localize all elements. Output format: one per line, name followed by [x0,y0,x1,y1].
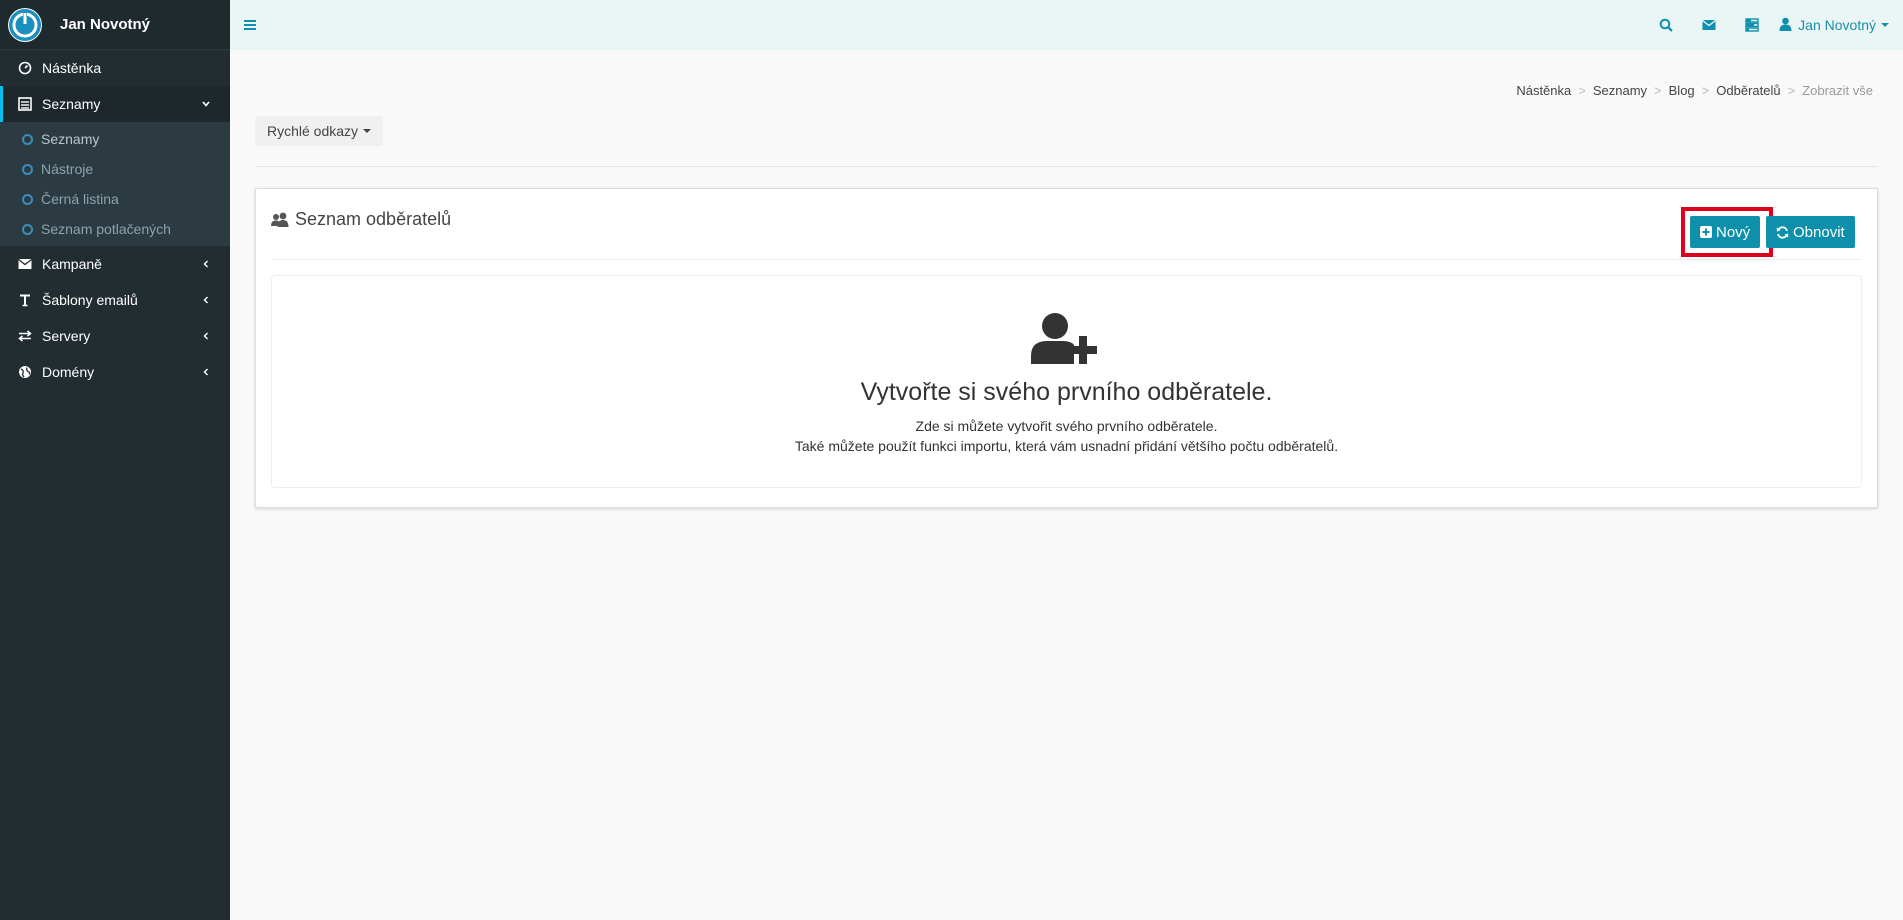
refresh-button-label: Obnovit [1793,223,1845,241]
empty-state-text: Zde si můžete vytvořit svého prvního odb… [915,418,1218,434]
breadcrumb-separator: > [1578,83,1586,98]
panel-title-text: Seznam odběratelů [295,209,452,229]
breadcrumb-item[interactable]: Odběratelů [1716,83,1780,98]
exchange-icon [18,329,32,343]
quick-links-dropdown[interactable]: Rychlé odkazy [255,116,384,146]
refresh-icon [1776,225,1789,239]
submenu-item-label: Černá listina [41,191,119,207]
breadcrumb-item[interactable]: Seznamy [1593,83,1647,98]
sidebar-item-label: Šablony emailů [42,292,138,308]
submenu-item-label: Seznamy [41,131,100,147]
sidebar-item-dashboard[interactable]: Nástěnka [0,50,230,86]
sidebar-menu: Nástěnka Seznamy Seznamy Nástroje Černá [0,50,230,390]
breadcrumb: Nástěnka > Seznamy > Blog > Odběratelů >… [1516,83,1873,98]
highlight-box [1681,207,1773,257]
sidebar-item-label: Servery [42,328,91,344]
list-icon [18,97,32,111]
sidebar-item-domains[interactable]: Domény [0,354,230,390]
panel-title: Seznam odběratelů [271,209,451,230]
empty-state-text: Také můžete použít funkci importu, která… [794,438,1339,454]
submenu-item-suppressed[interactable]: Seznam potlačených [0,214,230,244]
chevron-left-icon [200,329,212,341]
dashboard-icon [18,61,32,75]
breadcrumb-separator: > [1787,83,1796,98]
user-menu[interactable]: Jan Novotný [1779,17,1889,34]
submenu-lists: Seznamy Nástroje Černá listina Seznam po… [0,122,230,246]
sidebar-item-campaigns[interactable]: Kampaně [0,246,230,282]
divider [255,166,1878,167]
caret-down-icon [1881,23,1889,27]
circle-icon [22,163,33,175]
power-logo-icon [8,7,42,42]
submenu-item-label: Seznam potlačených [41,221,171,237]
submenu-item-lists[interactable]: Seznamy [0,124,230,154]
sidebar-item-lists[interactable]: Seznamy [0,86,230,122]
caret-down-icon [363,129,372,133]
user-icon [1779,17,1792,34]
hamburger-menu-icon[interactable] [244,17,260,33]
subscribers-panel: Seznam odběratelů Nový Obnovit Vytvořte … [255,188,1878,508]
chevron-left-icon [200,257,212,269]
quick-links-label: Rychlé odkazy [267,123,359,139]
empty-state: Vytvořte si svého prvního odběratele. Zd… [271,275,1862,488]
panel-divider [271,259,1862,260]
refresh-button[interactable]: Obnovit [1766,216,1855,248]
breadcrumb-separator: > [1654,83,1662,98]
sidebar-item-label: Nástěnka [42,60,102,76]
chevron-left-icon [200,365,212,377]
breadcrumb-item[interactable]: Blog [1669,83,1695,98]
tasks-icon[interactable] [1730,0,1773,50]
circle-icon [22,133,33,145]
submenu-item-blacklist[interactable]: Černá listina [0,184,230,214]
breadcrumb-item[interactable]: Nástěnka [1516,83,1571,98]
empty-state-title: Vytvořte si svého prvního odběratele. [860,378,1273,406]
envelope-icon[interactable] [1687,0,1730,50]
user-name: Jan Novotný [1798,17,1876,33]
search-icon[interactable] [1644,0,1687,50]
globe-icon [18,365,32,379]
circle-icon [22,223,33,235]
breadcrumb-separator: > [1701,83,1710,98]
sidebar-item-label: Seznamy [42,96,101,112]
chevron-down-icon [200,97,212,109]
sidebar-item-templates[interactable]: Šablony emailů [0,282,230,318]
brand[interactable]: Jan Novotný [0,0,230,50]
sidebar-item-label: Domény [42,364,95,380]
sidebar-item-servers[interactable]: Servery [0,318,230,354]
user-plus-icon [1031,312,1103,371]
sidebar: Jan Novotný Nástěnka Seznamy Seznamy Nás… [0,0,230,920]
brand-name: Jan Novotný [60,16,151,33]
topbar-actions: Jan Novotný [1644,0,1889,50]
breadcrumb-current: Zobrazit vše [1802,83,1873,98]
envelope-icon [18,257,32,271]
chevron-left-icon [200,293,212,305]
submenu-item-label: Nástroje [41,161,94,177]
circle-icon [22,193,33,205]
text-icon [18,293,32,307]
sidebar-item-label: Kampaně [42,256,102,272]
users-icon [271,212,289,228]
submenu-item-tools[interactable]: Nástroje [0,154,230,184]
topbar: Jan Novotný [230,0,1903,50]
